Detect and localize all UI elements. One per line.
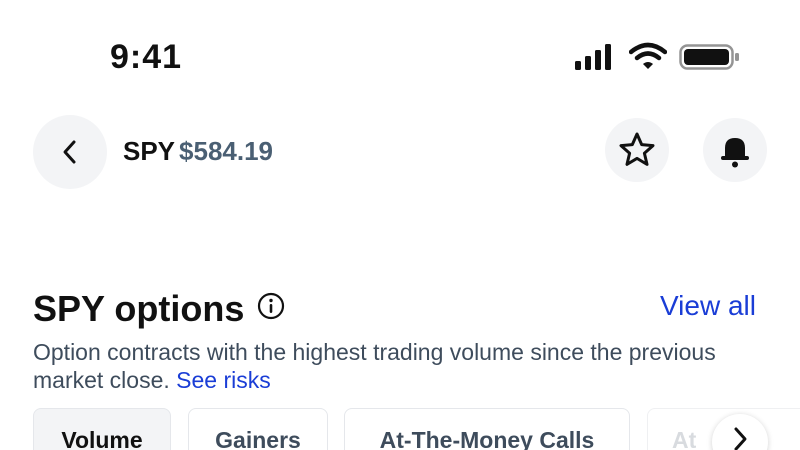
info-icon[interactable] [257,292,285,320]
status-time: 9:41 [110,38,183,76]
battery-icon [679,44,739,70]
bell-icon [721,138,749,168]
chip-at-the-money-calls[interactable]: At-The-Money Calls [344,408,630,450]
chevron-right-icon [734,427,747,450]
filter-chips: Volume Gainers At-The-Money Calls At [33,408,800,450]
chevron-left-icon [63,140,76,164]
section-title: SPY options [33,288,245,329]
price-alert-button[interactable] [703,118,767,182]
chip-volume[interactable]: Volume [33,408,171,450]
stock-price: $584.19 [179,136,274,166]
star-icon [619,132,655,166]
back-button[interactable] [33,115,107,189]
description-text: Option contracts with the highest tradin… [33,339,716,393]
view-all-link[interactable]: View all [660,290,756,322]
cellular-signal-icon [575,44,611,70]
status-bar: 9:41 [0,0,800,110]
wifi-icon [629,42,667,69]
add-to-watchlist-button[interactable] [605,118,669,182]
ticker-symbol: SPY [123,136,176,166]
section-description: Option contracts with the highest tradin… [33,338,753,394]
stock-title: SPY $584.19 [123,136,273,167]
see-risks-link[interactable]: See risks [176,367,271,393]
navigation-header: SPY $584.19 [0,112,800,192]
chip-gainers[interactable]: Gainers [188,408,328,450]
status-icons [573,42,743,72]
